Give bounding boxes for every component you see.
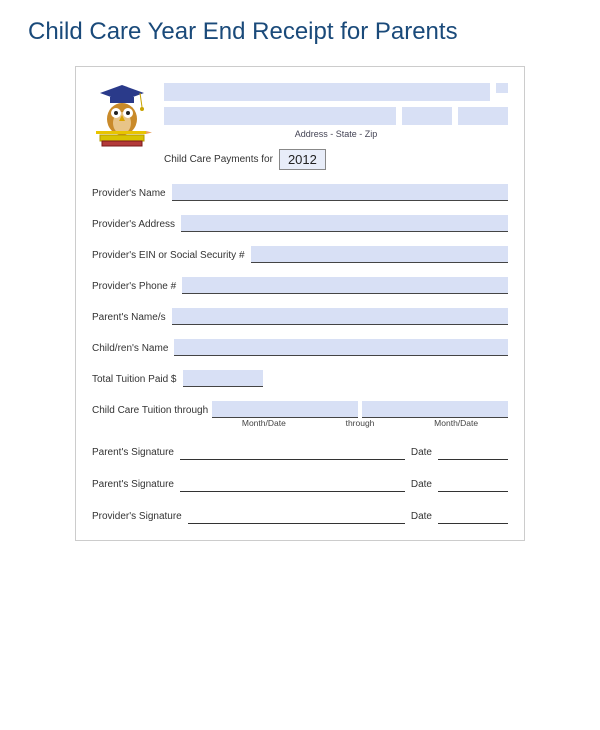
year-field[interactable]: 2012	[279, 149, 326, 170]
name-bar-row	[164, 83, 508, 101]
children-name-row: Child/ren's Name	[92, 339, 508, 356]
address-label: Address - State - Zip	[164, 129, 508, 141]
date-label-3: Date	[411, 510, 432, 524]
provider-ein-field[interactable]	[251, 246, 508, 263]
provider-name-field[interactable]	[172, 184, 508, 201]
provider-name-row: Provider's Name	[92, 184, 508, 201]
tuition-sublabels: Month/Date through Month/Date	[212, 418, 508, 428]
parent-signature-field-2[interactable]	[180, 480, 405, 492]
corner-mark	[496, 83, 508, 93]
parent-names-row: Parent's Name/s	[92, 308, 508, 325]
parent-names-field[interactable]	[172, 308, 508, 325]
provider-ein-row: Provider's EIN or Social Security #	[92, 246, 508, 263]
parent-signature-label-1: Parent's Signature	[92, 446, 174, 460]
children-name-label: Child/ren's Name	[92, 342, 168, 356]
date-field-3[interactable]	[438, 512, 508, 524]
provider-address-label: Provider's Address	[92, 218, 175, 232]
date-field-1[interactable]	[438, 448, 508, 460]
payments-row: Child Care Payments for 2012	[164, 149, 508, 170]
total-tuition-field[interactable]	[183, 370, 263, 387]
total-tuition-row: Total Tuition Paid $	[92, 370, 508, 387]
provider-address-row: Provider's Address	[92, 215, 508, 232]
provider-phone-row: Provider's Phone #	[92, 277, 508, 294]
provider-name-label: Provider's Name	[92, 187, 166, 201]
month-date-label-2: Month/Date	[404, 418, 508, 428]
date-label-1: Date	[411, 446, 432, 460]
receipt-document: Address - State - Zip Child Care Payment…	[75, 66, 525, 541]
date-label-2: Date	[411, 478, 432, 492]
tuition-from-field[interactable]	[212, 401, 358, 418]
parent-signature-label-2: Parent's Signature	[92, 478, 174, 492]
parent-signature-row-2: Parent's Signature Date	[92, 478, 508, 492]
address-bar-row	[164, 107, 508, 125]
address-field[interactable]	[164, 107, 396, 125]
tuition-to-field[interactable]	[362, 401, 508, 418]
provider-signature-row: Provider's Signature Date	[92, 510, 508, 524]
provider-phone-field[interactable]	[182, 277, 508, 294]
payments-label: Child Care Payments for	[164, 154, 273, 165]
parent-signature-field-1[interactable]	[180, 448, 405, 460]
provider-signature-label: Provider's Signature	[92, 510, 182, 524]
zip-field[interactable]	[458, 107, 508, 125]
tuition-through-label: Child Care Tuition through	[92, 404, 208, 418]
provider-ein-label: Provider's EIN or Social Security #	[92, 249, 245, 263]
parent-names-label: Parent's Name/s	[92, 311, 166, 325]
parent-signature-row-1: Parent's Signature Date	[92, 446, 508, 460]
tuition-through-row: Child Care Tuition through	[92, 401, 508, 418]
document-header: Address - State - Zip Child Care Payment…	[92, 81, 508, 170]
page-title: Child Care Year End Receipt for Parents	[0, 0, 600, 46]
provider-address-field[interactable]	[181, 215, 508, 232]
provider-signature-field[interactable]	[188, 512, 405, 524]
provider-phone-label: Provider's Phone #	[92, 280, 176, 294]
month-date-label-1: Month/Date	[212, 418, 316, 428]
name-field[interactable]	[164, 83, 490, 101]
total-tuition-label: Total Tuition Paid $	[92, 373, 177, 387]
state-field[interactable]	[402, 107, 452, 125]
children-name-field[interactable]	[174, 339, 508, 356]
through-label: through	[316, 418, 405, 428]
date-field-2[interactable]	[438, 480, 508, 492]
owl-graduate-icon	[92, 81, 152, 154]
